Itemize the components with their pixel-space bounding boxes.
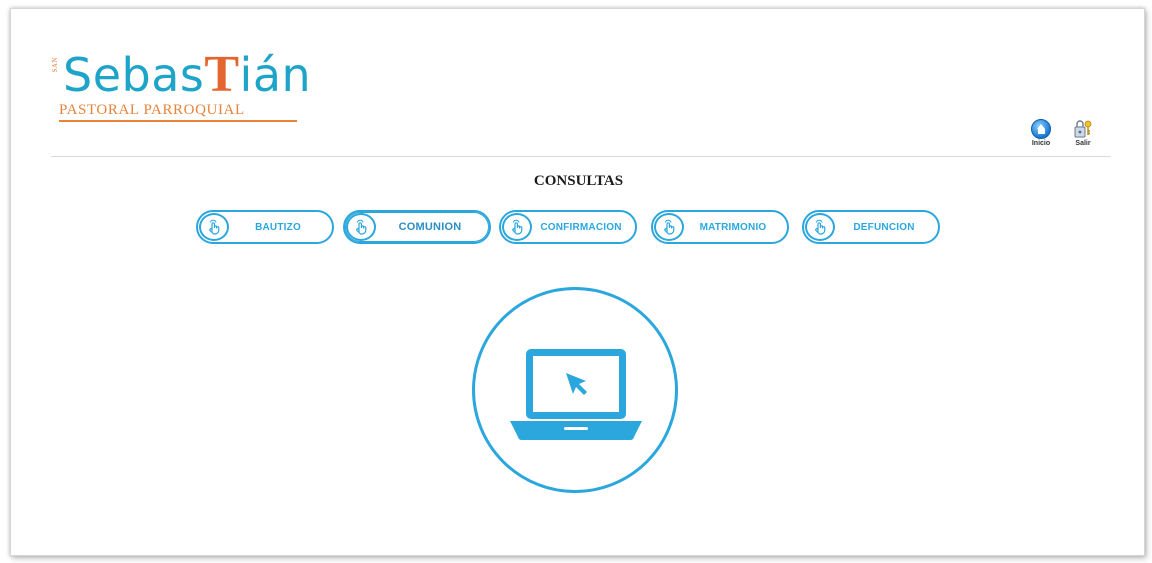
home-icon <box>1031 119 1051 139</box>
hand-pointer-icon <box>805 213 835 241</box>
bautizo-button[interactable]: BAUTIZO <box>196 210 334 244</box>
hand-pointer-icon <box>654 213 684 241</box>
comunion-button[interactable]: COMUNION <box>343 210 491 244</box>
page-title: CONSULTAS <box>533 173 624 189</box>
confirmacion-button[interactable]: CONFIRMACION <box>499 210 637 244</box>
nav-inicio-button[interactable]: Inicio <box>1025 119 1057 147</box>
logo-underline <box>59 120 297 122</box>
header-divider <box>51 156 1111 157</box>
bautizo-label: BAUTIZO <box>255 221 301 233</box>
matrimonio-button[interactable]: MATRIMONIO <box>651 210 789 244</box>
hand-pointer-icon <box>346 213 376 241</box>
nav-inicio-label: Inicio <box>1031 140 1051 147</box>
nav-salir-label: Salir <box>1075 140 1091 147</box>
logo: SAN SebasTián PASTORAL PARROQUIAL <box>51 47 311 127</box>
logo-wordmark: SebasTián <box>63 46 312 103</box>
laptop-cursor-icon <box>510 349 642 441</box>
matrimonio-label: MATRIMONIO <box>699 221 767 233</box>
logo-vertical-text: SAN <box>51 57 59 73</box>
page-frame: SAN SebasTián PASTORAL PARROQUIAL Inicio… <box>10 8 1145 556</box>
hand-pointer-icon <box>199 213 229 241</box>
key-lock-icon <box>1072 119 1094 139</box>
logo-subtitle: PASTORAL PARROQUIAL <box>59 102 245 118</box>
defuncion-label: DEFUNCION <box>853 221 915 233</box>
defuncion-button[interactable]: DEFUNCION <box>802 210 940 244</box>
confirmacion-label: CONFIRMACION <box>540 221 622 233</box>
laptop-illustration <box>472 287 678 493</box>
logo-t-cross: T <box>204 46 240 103</box>
comunion-label: COMUNION <box>398 221 462 233</box>
nav-salir-button[interactable]: Salir <box>1067 119 1099 147</box>
hand-pointer-icon <box>502 213 532 241</box>
